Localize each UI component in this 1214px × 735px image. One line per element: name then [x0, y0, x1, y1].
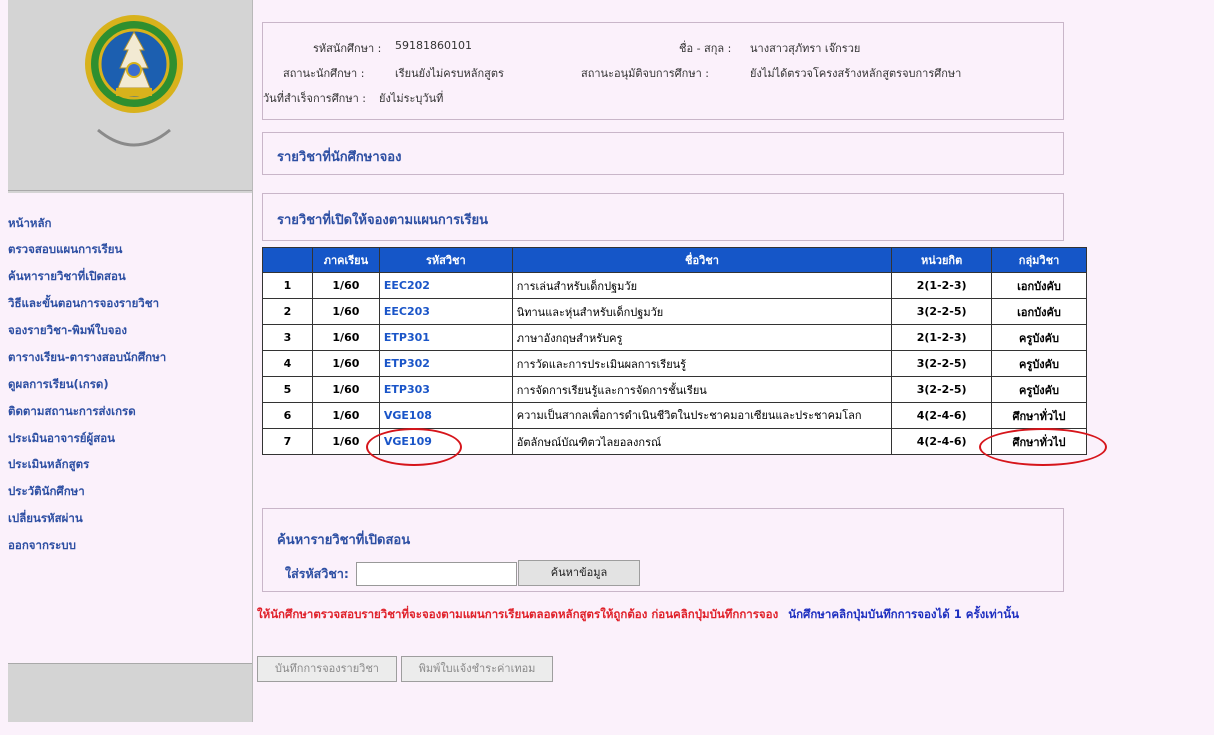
row-credit: 3(2-2-5): [891, 350, 993, 377]
sidebar-item-search-courses[interactable]: ค้นหารายวิชาที่เปิดสอน: [8, 268, 126, 286]
course-code-input[interactable]: [356, 562, 517, 586]
sidebar-item-student-profile[interactable]: ประวัตินักศึกษา: [8, 483, 85, 501]
student-info-box: รหัสนักศึกษา : 59181860101 ชื่อ - สกุล :…: [262, 22, 1064, 120]
warning-red-text: ให้นักศึกษาตรวจสอบรายวิชาที่จะจองตามแผนก…: [257, 607, 779, 621]
row-group: ศึกษาทั่วไป: [991, 402, 1087, 429]
row-no: 7: [262, 428, 313, 455]
row-course-name: การวัดและการประเมินผลการเรียนรู้: [511, 350, 893, 377]
row-course-code-link[interactable]: ETP301: [378, 324, 513, 351]
sidebar-item-evaluate-instructor[interactable]: ประเมินอาจารย์ผู้สอน: [8, 430, 115, 448]
search-title: ค้นหารายวิชาที่เปิดสอน: [277, 533, 411, 548]
student-name: นางสาวสุภัทรา เจ๊กรวย: [750, 42, 861, 55]
student-id-label: รหัสนักศึกษา :: [313, 42, 382, 55]
row-credit: 2(1-2-3): [891, 324, 993, 351]
annotation-circle-course-code: [366, 428, 462, 466]
row-credit: 4(2-4-6): [891, 402, 993, 429]
row-course-name: นิทานและหุ่นสำหรับเด็กปฐมวัย: [511, 298, 893, 325]
table-row: 2 1/60 EEC203 นิทานและหุ่นสำหรับเด็กปฐมว…: [262, 298, 1087, 325]
row-course-name: อัตลักษณ์บัณฑิตวไลยอลงกรณ์: [511, 428, 893, 455]
col-header-name: ชื่อวิชา: [511, 247, 893, 273]
row-group: ครูบังคับ: [991, 350, 1087, 377]
sidebar-item-check-plan[interactable]: ตรวจสอบแผนการเรียน: [8, 241, 122, 259]
col-header-term: ภาคเรียน: [311, 247, 380, 273]
row-group: ครูบังคับ: [991, 376, 1087, 403]
graduation-approval: ยังไม่ได้ตรวจโครงสร้างหลักสูตรจบการศึกษา: [750, 67, 962, 80]
row-group: เอกบังคับ: [991, 272, 1087, 299]
sidebar-item-evaluate-curriculum[interactable]: ประเมินหลักสูตร: [8, 456, 89, 474]
courses-table: ภาคเรียน รหัสวิชา ชื่อวิชา หน่วยกิต กลุ่…: [262, 247, 1087, 455]
row-credit: 3(2-2-5): [891, 298, 993, 325]
col-header-code: รหัสวิชา: [378, 247, 513, 273]
sidebar-nav: หน้าหลัก ตรวจสอบแผนการเรียน ค้นหารายวิชา…: [8, 193, 252, 664]
row-course-code-link[interactable]: VGE108: [378, 402, 513, 429]
student-status: เรียนยังไม่ครบหลักสูตร: [395, 67, 504, 80]
table-row: 1 1/60 EEC202 การเล่นสำหรับเด็กปฐมวัย 2(…: [262, 272, 1087, 299]
row-no: 6: [262, 402, 313, 429]
row-course-name: การเล่นสำหรับเด็กปฐมวัย: [511, 272, 893, 299]
sidebar-item-reservation-steps[interactable]: วิธีและขั้นตอนการจองรายวิชา: [8, 295, 159, 313]
row-term: 1/60: [311, 350, 380, 377]
col-header-no: [262, 247, 313, 273]
reserved-courses-title: รายวิชาที่นักศึกษาจอง: [277, 150, 402, 165]
row-no: 3: [262, 324, 313, 351]
student-status-label: สถานะนักศึกษา :: [283, 67, 365, 80]
row-group: เอกบังคับ: [991, 298, 1087, 325]
row-course-name: การจัดการเรียนรู้และการจัดการชั้นเรียน: [511, 376, 893, 403]
row-course-code-link[interactable]: EEC202: [378, 272, 513, 299]
col-header-group: กลุ่มวิชา: [991, 247, 1087, 273]
logo-area: [8, 0, 252, 191]
sidebar-item-home[interactable]: หน้าหลัก: [8, 215, 52, 233]
row-course-code-link[interactable]: EEC203: [378, 298, 513, 325]
print-tuition-invoice-button[interactable]: พิมพ์ใบแจ้งชำระค่าเทอม: [401, 656, 553, 682]
sidebar-item-grade-status[interactable]: ติดตามสถานะการส่งเกรด: [8, 403, 136, 421]
student-id: 59181860101: [395, 39, 472, 52]
main-content: รหัสนักศึกษา : 59181860101 ชื่อ - สกุล :…: [257, 0, 1214, 735]
row-credit: 4(2-4-6): [891, 428, 993, 455]
row-group: ครูบังคับ: [991, 324, 1087, 351]
row-term: 1/60: [311, 272, 380, 299]
table-row: 6 1/60 VGE108 ความเป็นสากลเพื่อการดำเนิน…: [262, 402, 1087, 429]
row-term: 1/60: [311, 298, 380, 325]
open-courses-title: รายวิชาที่เปิดให้จองตามแผนการเรียน: [277, 213, 488, 228]
table-row: 4 1/60 ETP302 การวัดและการประเมินผลการเร…: [262, 350, 1087, 377]
sidebar-item-logout[interactable]: ออกจากระบบ: [8, 537, 76, 555]
reservation-warning: ให้นักศึกษาตรวจสอบรายวิชาที่จะจองตามแผนก…: [257, 606, 1019, 624]
row-credit: 2(1-2-3): [891, 272, 993, 299]
row-term: 1/60: [311, 324, 380, 351]
row-course-code-link[interactable]: ETP302: [378, 350, 513, 377]
sidebar-item-change-password[interactable]: เปลี่ยนรหัสผ่าน: [8, 510, 83, 528]
save-reservation-button[interactable]: บันทึกการจองรายวิชา: [257, 656, 397, 682]
reserved-courses-box: รายวิชาที่นักศึกษาจอง: [262, 132, 1064, 175]
search-label: ใส่รหัสวิชา:: [285, 566, 349, 581]
annotation-circle-course-group: [979, 428, 1107, 466]
col-header-credit: หน่วยกิต: [891, 247, 993, 273]
row-course-name: ความเป็นสากลเพื่อการดำเนินชีวิตในประชาคม…: [511, 402, 893, 429]
open-courses-box: รายวิชาที่เปิดให้จองตามแผนการเรียน: [262, 193, 1064, 241]
search-button[interactable]: ค้นหาข้อมูล: [518, 560, 640, 586]
row-term: 1/60: [311, 376, 380, 403]
table-header-row: ภาคเรียน รหัสวิชา ชื่อวิชา หน่วยกิต กลุ่…: [262, 247, 1087, 273]
row-no: 1: [262, 272, 313, 299]
sidebar-item-grades[interactable]: ดูผลการเรียน(เกรด): [8, 376, 109, 394]
table-row: 3 1/60 ETP301 ภาษาอังกฤษสำหรับครู 2(1-2-…: [262, 324, 1087, 351]
row-course-name: ภาษาอังกฤษสำหรับครู: [511, 324, 893, 351]
student-name-label: ชื่อ - สกุล :: [679, 42, 732, 55]
row-no: 5: [262, 376, 313, 403]
graduation-approval-label: สถานะอนุมัติจบการศึกษา :: [581, 67, 709, 80]
graduation-date: ยังไม่ระบุวันที่: [379, 92, 444, 105]
row-term: 1/60: [311, 402, 380, 429]
sidebar-item-timetable[interactable]: ตารางเรียน-ตารางสอบนักศึกษา: [8, 349, 166, 367]
university-logo: [85, 15, 183, 147]
row-no: 4: [262, 350, 313, 377]
graduation-date-label: วันที่สำเร็จการศึกษา :: [263, 92, 366, 105]
row-credit: 3(2-2-5): [891, 376, 993, 403]
row-no: 2: [262, 298, 313, 325]
sidebar-item-reserve-print[interactable]: จองรายวิชา-พิมพ์ใบจอง: [8, 322, 127, 340]
row-course-code-link[interactable]: ETP303: [378, 376, 513, 403]
sidebar: หน้าหลัก ตรวจสอบแผนการเรียน ค้นหารายวิชา…: [8, 0, 253, 722]
warning-blue-text: นักศึกษาคลิกปุ่มบันทึกการจองได้ 1 ครั้งเ…: [788, 607, 1019, 621]
table-row: 5 1/60 ETP303 การจัดการเรียนรู้และการจัด…: [262, 376, 1087, 403]
